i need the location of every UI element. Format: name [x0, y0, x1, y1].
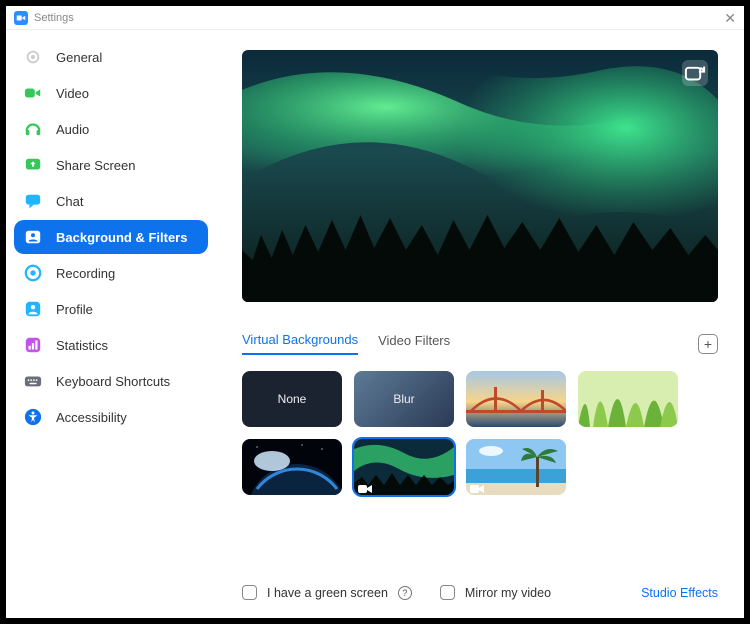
sidebar-item-label: General: [56, 50, 102, 65]
sidebar: General Video Audio Share Screen: [6, 30, 216, 618]
main-panel: Virtual Backgrounds Video Filters + None…: [216, 30, 744, 618]
sidebar-item-audio[interactable]: Audio: [14, 112, 208, 146]
sidebar-item-label: Video: [56, 86, 89, 101]
sidebar-item-profile[interactable]: Profile: [14, 292, 208, 326]
titlebar: Settings ✕: [6, 6, 744, 30]
sidebar-item-label: Background & Filters: [56, 230, 187, 245]
recording-icon: [24, 264, 42, 282]
background-thumbnails: None Blur: [242, 371, 718, 495]
sidebar-item-keyboard-shortcuts[interactable]: Keyboard Shortcuts: [14, 364, 208, 398]
rotate-camera-button[interactable]: [682, 60, 708, 86]
sidebar-item-video[interactable]: Video: [14, 76, 208, 110]
background-option-beach[interactable]: [466, 439, 566, 495]
sidebar-item-general[interactable]: General: [14, 40, 208, 74]
sidebar-item-label: Profile: [56, 302, 93, 317]
keyboard-icon: [24, 372, 42, 390]
sidebar-item-share-screen[interactable]: Share Screen: [14, 148, 208, 182]
sidebar-item-chat[interactable]: Chat: [14, 184, 208, 218]
share-screen-icon: [24, 156, 42, 174]
chat-icon: [24, 192, 42, 210]
sidebar-item-label: Share Screen: [56, 158, 136, 173]
background-option-blur[interactable]: Blur: [354, 371, 454, 427]
sidebar-item-label: Accessibility: [56, 410, 127, 425]
statistics-icon: [24, 336, 42, 354]
footer: I have a green screen ? Mirror my video …: [242, 585, 718, 600]
accessibility-icon: [24, 408, 42, 426]
mirror-video-label: Mirror my video: [465, 586, 551, 600]
sidebar-item-background-filters[interactable]: Background & Filters: [14, 220, 208, 254]
studio-effects-link[interactable]: Studio Effects: [641, 586, 718, 600]
profile-icon: [24, 300, 42, 318]
settings-window: Settings ✕ General Video: [6, 6, 744, 618]
sidebar-item-label: Audio: [56, 122, 89, 137]
sidebar-item-accessibility[interactable]: Accessibility: [14, 400, 208, 434]
gear-icon: [24, 48, 42, 66]
green-screen-checkbox[interactable]: [242, 585, 257, 600]
help-icon[interactable]: ?: [398, 586, 412, 600]
thumb-label: None: [242, 371, 342, 427]
tab-video-filters[interactable]: Video Filters: [378, 333, 450, 354]
video-preview: [242, 50, 718, 302]
background-option-earth[interactable]: [242, 439, 342, 495]
video-badge-icon: [470, 481, 484, 491]
sidebar-item-label: Recording: [56, 266, 115, 281]
sidebar-item-label: Chat: [56, 194, 83, 209]
background-option-bridge[interactable]: [466, 371, 566, 427]
video-icon: [24, 84, 42, 102]
tabs: Virtual Backgrounds Video Filters +: [242, 332, 718, 355]
sidebar-item-label: Keyboard Shortcuts: [56, 374, 170, 389]
background-icon: [24, 228, 42, 246]
sidebar-item-recording[interactable]: Recording: [14, 256, 208, 290]
headphones-icon: [24, 120, 42, 138]
add-background-button[interactable]: +: [698, 334, 718, 354]
mirror-video-checkbox[interactable]: [440, 585, 455, 600]
background-option-aurora[interactable]: [354, 439, 454, 495]
sidebar-item-label: Statistics: [56, 338, 108, 353]
thumb-label: Blur: [354, 371, 454, 427]
video-badge-icon: [358, 481, 372, 491]
window-title: Settings: [34, 12, 74, 24]
sidebar-item-statistics[interactable]: Statistics: [14, 328, 208, 362]
background-option-grass[interactable]: [578, 371, 678, 427]
tab-virtual-backgrounds[interactable]: Virtual Backgrounds: [242, 332, 358, 355]
background-option-none[interactable]: None: [242, 371, 342, 427]
zoom-app-icon: [14, 11, 28, 25]
green-screen-label: I have a green screen: [267, 586, 388, 600]
close-icon[interactable]: ✕: [724, 11, 736, 25]
